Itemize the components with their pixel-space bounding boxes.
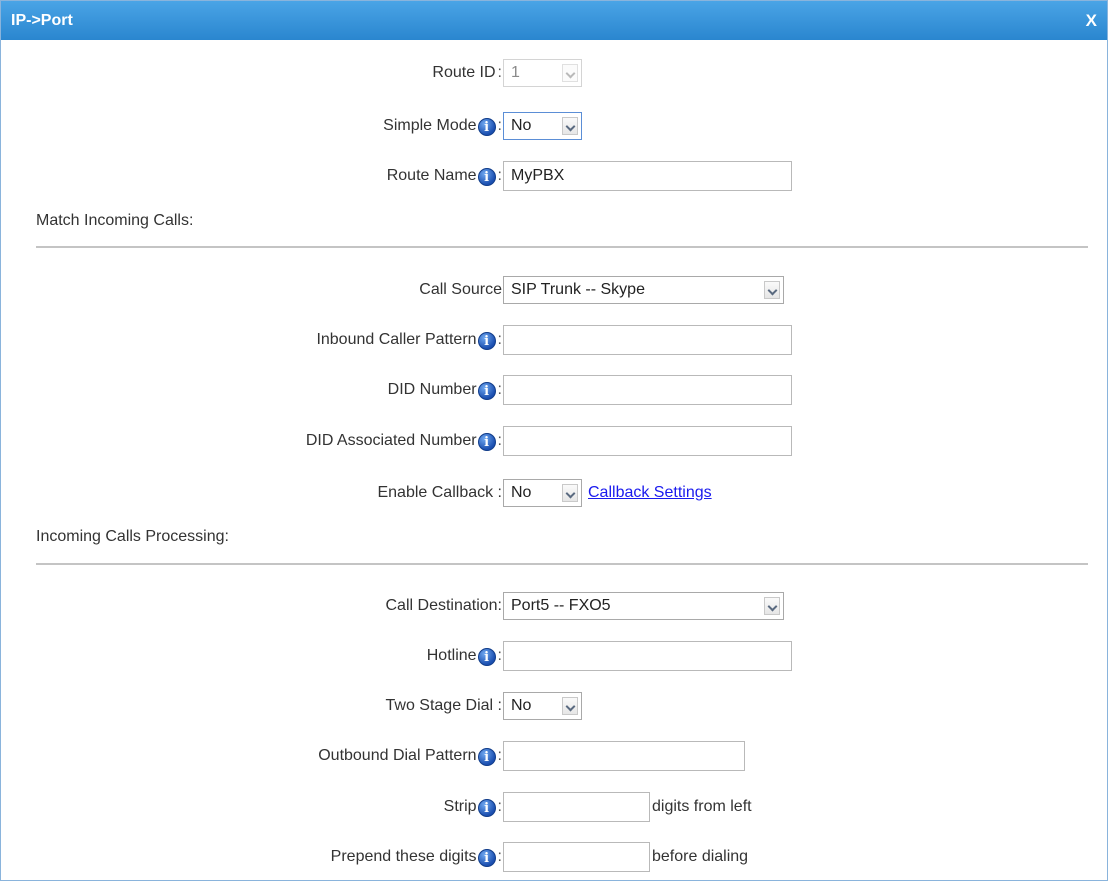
route-name-row: Route Name i: [1, 161, 1107, 191]
chevron-down-icon [764, 597, 780, 615]
enable-callback-row: Enable Callback : No Callback Settings [1, 478, 1107, 508]
strip-row: Strip i: digits from left [1, 792, 1107, 822]
section-divider [36, 246, 1088, 248]
hotline-label: Hotline i: [426, 647, 502, 666]
route-id-label: Route ID: [432, 64, 502, 81]
two-stage-dial-label: Two Stage Dial : [385, 697, 503, 714]
info-icon[interactable]: i [477, 648, 496, 666]
route-name-label: Route Name i: [386, 167, 502, 186]
info-icon[interactable]: i [477, 168, 496, 186]
outbound-dial-pattern-label: Outbound Dial Pattern i: [318, 747, 502, 766]
prepend-label: Prepend these digits i: [330, 848, 502, 867]
route-id-row: Route ID: 1 [1, 58, 1107, 88]
inbound-caller-pattern-input[interactable] [503, 325, 792, 355]
dialog-title: IP->Port [11, 12, 73, 29]
info-icon[interactable]: i [477, 849, 496, 867]
chevron-down-icon [562, 484, 578, 502]
did-associated-number-label: DID Associated Number i: [305, 432, 502, 451]
two-stage-dial-select[interactable]: No [503, 692, 582, 720]
prepend-input[interactable] [503, 842, 650, 872]
prepend-suffix: before dialing [652, 848, 749, 865]
chevron-down-icon [764, 281, 780, 299]
close-icon[interactable]: X [1086, 1, 1097, 40]
callback-settings-link[interactable]: Callback Settings [588, 478, 712, 508]
call-destination-label: Call Destination: [385, 597, 503, 614]
enable-callback-label: Enable Callback : [377, 484, 502, 501]
two-stage-dial-row: Two Stage Dial : No [1, 691, 1107, 721]
info-icon[interactable]: i [477, 799, 496, 817]
outbound-dial-pattern-row: Outbound Dial Pattern i: [1, 741, 1107, 771]
info-icon[interactable]: i [477, 332, 496, 350]
hotline-row: Hotline i: [1, 641, 1107, 671]
strip-suffix: digits from left [652, 798, 752, 815]
ip-port-dialog: IP->Port X Route ID: 1 Simple Mode i: No … [0, 0, 1108, 881]
simple-mode-label: Simple Mode i: [383, 117, 502, 136]
call-destination-row: Call Destination: Port5 -- FXO5 [1, 591, 1107, 621]
call-destination-select[interactable]: Port5 -- FXO5 [503, 592, 784, 620]
incoming-calls-processing-heading: Incoming Calls Processing: [36, 528, 229, 545]
inbound-caller-pattern-row: Inbound Caller Pattern i: [1, 325, 1107, 355]
call-source-row: Call Source SIP Trunk -- Skype [1, 275, 1107, 305]
info-icon[interactable]: i [477, 382, 496, 400]
dialog-titlebar: IP->Port X [1, 1, 1107, 40]
did-associated-number-row: DID Associated Number i: [1, 426, 1107, 456]
section-divider [36, 563, 1088, 565]
info-icon[interactable]: i [477, 748, 496, 766]
match-incoming-calls-heading: Match Incoming Calls: [36, 212, 194, 229]
strip-input[interactable] [503, 792, 650, 822]
chevron-down-icon [562, 117, 578, 135]
info-icon[interactable]: i [477, 118, 496, 136]
hotline-input[interactable] [503, 641, 792, 671]
route-id-select: 1 [503, 59, 582, 87]
chevron-down-icon [562, 64, 578, 82]
outbound-dial-pattern-input[interactable] [503, 741, 745, 771]
prepend-row: Prepend these digits i: before dialing [1, 842, 1107, 872]
did-number-label: DID Number i: [387, 381, 502, 400]
chevron-down-icon [562, 697, 578, 715]
route-name-input[interactable] [503, 161, 792, 191]
enable-callback-select[interactable]: No [503, 479, 582, 507]
info-icon[interactable]: i [477, 433, 496, 451]
simple-mode-select[interactable]: No [503, 112, 582, 140]
strip-label: Strip i: [443, 798, 502, 817]
did-number-row: DID Number i: [1, 375, 1107, 405]
call-source-select[interactable]: SIP Trunk -- Skype [503, 276, 784, 304]
did-number-input[interactable] [503, 375, 792, 405]
inbound-caller-pattern-label: Inbound Caller Pattern i: [316, 331, 502, 350]
simple-mode-row: Simple Mode i: No [1, 111, 1107, 141]
did-associated-number-input[interactable] [503, 426, 792, 456]
call-source-label: Call Source [419, 281, 502, 298]
